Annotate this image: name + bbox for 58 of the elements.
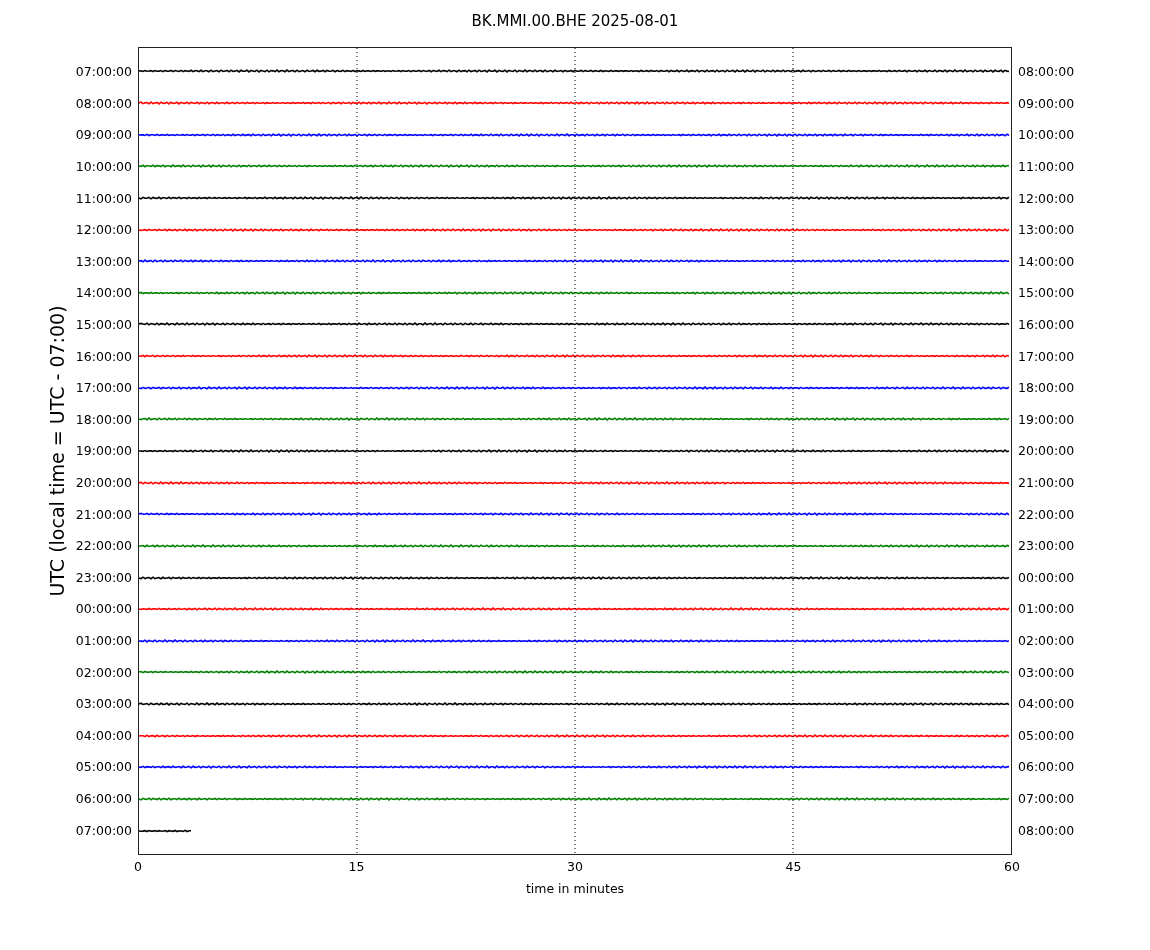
y-tick-label: 08:00:00 xyxy=(75,95,132,111)
y-tick-label: 05:00:00 xyxy=(75,759,132,775)
y-tick-label: 11:00:00 xyxy=(75,190,132,206)
y-tick-label: 11:00:00 xyxy=(1018,159,1075,175)
y-tick-label: 03:00:00 xyxy=(75,696,132,712)
y-tick-label: 14:00:00 xyxy=(1018,253,1075,269)
y-tick-label: 14:00:00 xyxy=(75,285,132,301)
x-tick-label: 15 xyxy=(347,859,366,874)
y-tick-label: 03:00:00 xyxy=(1018,664,1075,680)
y-tick-label: 00:00:00 xyxy=(75,601,132,617)
y-tick-label: 06:00:00 xyxy=(75,790,132,806)
chart-title: BK.MMI.00.BHE 2025-08-01 xyxy=(471,11,679,30)
y-tick-label: 22:00:00 xyxy=(1018,506,1075,522)
y-tick-label: 13:00:00 xyxy=(75,253,132,269)
y-tick-label: 12:00:00 xyxy=(1018,190,1075,206)
y-tick-label: 01:00:00 xyxy=(75,633,132,648)
y-tick-label: 07:00:00 xyxy=(75,64,132,80)
y-tick-label: 15:00:00 xyxy=(1018,285,1075,301)
y-tick-label: 08:00:00 xyxy=(1018,822,1075,838)
y-tick-label: 04:00:00 xyxy=(75,727,132,743)
y-tick-label: 04:00:00 xyxy=(1018,696,1075,712)
y-tick-label: 20:00:00 xyxy=(1018,443,1075,459)
y-tick-label: 18:00:00 xyxy=(1018,380,1075,396)
y-tick-label: 23:00:00 xyxy=(1018,538,1075,554)
y-tick-label: 01:00:00 xyxy=(1018,601,1075,617)
y-tick-label: 13:00:00 xyxy=(1018,222,1075,238)
x-axis-label: time in minutes xyxy=(525,881,625,896)
y-tick-label: 17:00:00 xyxy=(1018,348,1075,364)
y-tick-label: 09:00:00 xyxy=(75,127,132,143)
y-tick-label: 02:00:00 xyxy=(1018,633,1075,648)
y-tick-label: 00:00:00 xyxy=(1018,569,1075,585)
y-axis-label: UTC (local time = UTC - 07:00) xyxy=(46,305,68,597)
y-tick-label: 07:00:00 xyxy=(75,822,132,838)
x-tick-label: 30 xyxy=(566,859,584,874)
y-tick-label: 05:00:00 xyxy=(1018,727,1075,743)
y-tick-label: 09:00:00 xyxy=(1018,95,1075,111)
y-tick-label: 21:00:00 xyxy=(1018,475,1075,490)
y-tick-label: 08:00:00 xyxy=(1018,64,1075,80)
y-tick-label: 20:00:00 xyxy=(75,475,132,490)
y-tick-label: 18:00:00 xyxy=(75,411,132,427)
y-tick-label: 12:00:00 xyxy=(75,222,132,238)
x-tick-label: 45 xyxy=(784,859,803,874)
x-tick-label: 60 xyxy=(1003,859,1021,874)
y-tick-label: 17:00:00 xyxy=(75,380,132,396)
y-tick-label: 22:00:00 xyxy=(75,538,132,554)
y-tick-label: 16:00:00 xyxy=(1018,317,1075,333)
y-tick-label: 07:00:00 xyxy=(1018,790,1075,806)
x-tick-label: 0 xyxy=(133,859,143,874)
y-tick-label: 19:00:00 xyxy=(75,443,132,459)
y-tick-label: 06:00:00 xyxy=(1018,759,1075,775)
y-tick-label: 19:00:00 xyxy=(1018,411,1075,427)
y-tick-label: 21:00:00 xyxy=(75,506,132,522)
y-tick-label: 10:00:00 xyxy=(1018,127,1075,143)
y-tick-label: 16:00:00 xyxy=(75,348,132,364)
y-tick-label: 02:00:00 xyxy=(75,664,132,680)
y-tick-label: 10:00:00 xyxy=(75,159,132,175)
y-tick-label: 23:00:00 xyxy=(75,569,132,585)
y-tick-label: 15:00:00 xyxy=(75,317,132,333)
